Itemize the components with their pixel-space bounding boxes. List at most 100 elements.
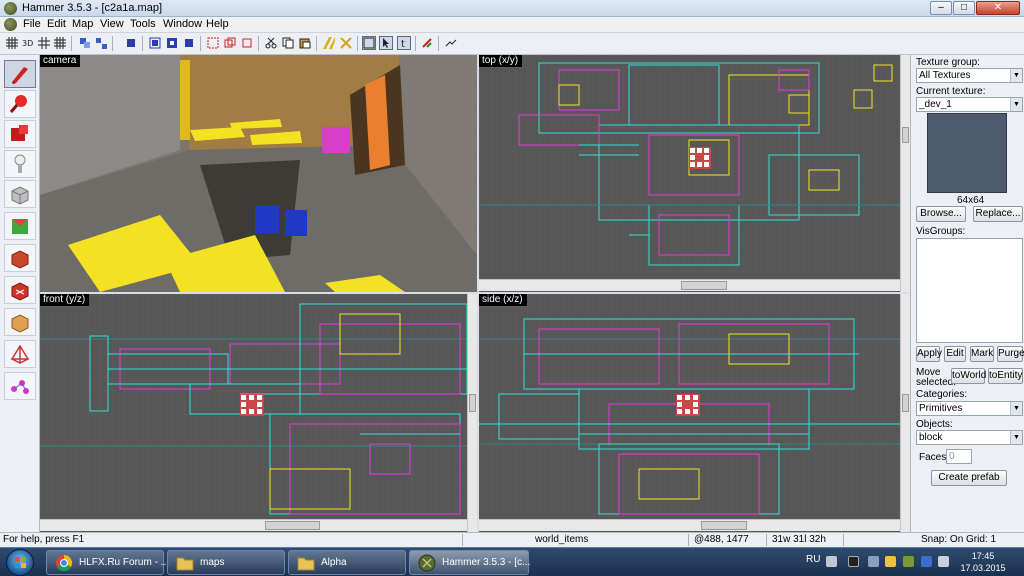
to-entity-button[interactable]: toEntity bbox=[988, 368, 1023, 384]
paste-icon[interactable] bbox=[298, 36, 312, 50]
chevron-down-icon[interactable]: ▼ bbox=[1010, 402, 1022, 415]
texture-group-label: Texture group: bbox=[916, 57, 980, 68]
texture-tool-icon[interactable]: t bbox=[397, 36, 411, 50]
chevron-down-icon[interactable]: ▼ bbox=[1010, 431, 1022, 444]
hazard-stripes-icon[interactable] bbox=[322, 36, 336, 50]
side-hscrollbar[interactable] bbox=[479, 519, 900, 531]
selection-tool-icon[interactable] bbox=[4, 60, 36, 88]
faces-value: 0 bbox=[949, 451, 955, 462]
bluetooth-icon[interactable] bbox=[921, 556, 932, 567]
apply-texture-icon[interactable] bbox=[4, 244, 36, 272]
tool-palette bbox=[0, 55, 40, 532]
current-texture-select[interactable]: _dev_1 ▼ bbox=[916, 97, 1023, 112]
tray-app-icon[interactable] bbox=[848, 556, 859, 567]
visgroups-label: VisGroups: bbox=[916, 226, 966, 237]
camera-tool-icon[interactable] bbox=[4, 120, 36, 148]
tray-monitor-icon[interactable] bbox=[868, 556, 879, 567]
camera-render bbox=[40, 55, 477, 292]
status-coords: @488, 1477 bbox=[694, 534, 749, 545]
menu-file[interactable]: File bbox=[20, 18, 44, 30]
side-viewport[interactable]: side (x/z) bbox=[479, 294, 910, 532]
block-tool-icon[interactable] bbox=[4, 180, 36, 208]
volume-icon[interactable] bbox=[938, 556, 949, 567]
document-icon[interactable] bbox=[4, 18, 17, 31]
visgroups-list[interactable] bbox=[916, 238, 1023, 343]
map-properties-icon[interactable] bbox=[420, 36, 434, 50]
browse-button[interactable]: Browse... bbox=[916, 206, 966, 222]
texture-apply-icon[interactable] bbox=[182, 36, 196, 50]
categories-select[interactable]: Primitives ▼ bbox=[916, 401, 1023, 416]
categories-label: Categories: bbox=[916, 389, 968, 400]
cut-icon[interactable] bbox=[264, 36, 278, 50]
top-viewport[interactable]: top (x/y) bbox=[479, 55, 910, 292]
overlay-tool-icon[interactable] bbox=[4, 308, 36, 336]
copy-icon[interactable] bbox=[281, 36, 295, 50]
menu-tools[interactable]: Tools bbox=[127, 18, 159, 30]
clip-icon[interactable] bbox=[240, 36, 254, 50]
hazard-x-icon[interactable] bbox=[339, 36, 353, 50]
texture-application-icon[interactable] bbox=[4, 212, 36, 240]
group-icon[interactable] bbox=[78, 36, 92, 50]
task-alpha-folder[interactable]: Alpha bbox=[288, 550, 406, 575]
side-vscrollbar[interactable] bbox=[900, 294, 910, 532]
hollow-icon[interactable] bbox=[223, 36, 237, 50]
vertex-tool-icon[interactable] bbox=[4, 372, 36, 400]
purge-button[interactable]: Purge bbox=[997, 346, 1024, 362]
grid-toggle-icon[interactable] bbox=[5, 36, 19, 50]
objects-select[interactable]: block ▼ bbox=[916, 430, 1023, 445]
create-prefab-button[interactable]: Create prefab bbox=[931, 470, 1007, 486]
apply-button[interactable]: Apply bbox=[916, 346, 942, 362]
entity-tool-icon[interactable] bbox=[4, 150, 36, 178]
magnify-tool-icon[interactable] bbox=[4, 90, 36, 118]
carve-icon[interactable] bbox=[206, 36, 220, 50]
edit-button[interactable]: Edit bbox=[944, 346, 966, 362]
task-hammer[interactable]: Hammer 3.5.3 - [c... bbox=[409, 550, 530, 575]
svg-text:3D: 3D bbox=[22, 39, 33, 48]
top-vscrollbar[interactable] bbox=[900, 55, 910, 292]
cursor-select-icon[interactable] bbox=[379, 36, 393, 50]
texture-group-select[interactable]: All Textures ▼ bbox=[916, 68, 1023, 83]
texture-size: 64x64 bbox=[957, 195, 985, 206]
replace-button[interactable]: Replace... bbox=[973, 206, 1023, 222]
language-indicator[interactable]: RU bbox=[806, 554, 820, 565]
front-hscrollbar[interactable] bbox=[40, 519, 467, 531]
current-texture-label: Current texture: bbox=[916, 86, 986, 97]
close-button[interactable]: ✕ bbox=[976, 1, 1020, 15]
clip-tool-icon[interactable] bbox=[4, 340, 36, 368]
task-maps-folder[interactable]: maps bbox=[167, 550, 285, 575]
menu-view[interactable]: View bbox=[97, 18, 127, 30]
menu-help[interactable]: Help bbox=[203, 18, 232, 30]
menu-map[interactable]: Map bbox=[69, 18, 96, 30]
clock-time: 17:45 bbox=[971, 551, 995, 561]
grid-smaller-icon[interactable] bbox=[37, 36, 51, 50]
ungroup-icon[interactable] bbox=[94, 36, 108, 50]
menu-window[interactable]: Window bbox=[160, 18, 205, 30]
tray-folder-icon[interactable] bbox=[885, 556, 896, 567]
chevron-down-icon[interactable]: ▼ bbox=[1010, 98, 1022, 111]
minimize-button[interactable]: – bbox=[930, 1, 952, 15]
tray-chevron-icon[interactable] bbox=[826, 556, 837, 567]
to-world-button[interactable]: toWorld bbox=[951, 368, 986, 384]
compile-icon[interactable] bbox=[444, 36, 458, 50]
3d-grid-icon[interactable]: 3D bbox=[21, 36, 35, 50]
top-hscrollbar[interactable] bbox=[479, 279, 900, 291]
grid-larger-icon[interactable] bbox=[53, 36, 67, 50]
hide-items-icon[interactable] bbox=[124, 36, 138, 50]
texture-scale-icon[interactable] bbox=[165, 36, 179, 50]
faces-field[interactable]: 0 bbox=[946, 449, 972, 464]
clock[interactable]: 17:45 17.03.2015 bbox=[956, 550, 1010, 574]
camera-viewport[interactable]: camera bbox=[40, 55, 477, 292]
menu-edit[interactable]: Edit bbox=[44, 18, 69, 30]
selection-box-icon[interactable] bbox=[362, 36, 376, 50]
front-viewport[interactable]: front (y/z) bbox=[40, 294, 477, 532]
mark-button[interactable]: Mark bbox=[970, 346, 994, 362]
tray-network-icon[interactable] bbox=[903, 556, 914, 567]
texture-lock-icon[interactable] bbox=[148, 36, 162, 50]
chevron-down-icon[interactable]: ▼ bbox=[1010, 69, 1022, 82]
front-vscrollbar[interactable] bbox=[467, 294, 477, 532]
start-button[interactable] bbox=[6, 549, 34, 576]
task-chrome[interactable]: HLFX.Ru Forum - ... bbox=[46, 550, 169, 575]
maximize-button[interactable]: □ bbox=[953, 1, 975, 15]
decal-tool-icon[interactable] bbox=[4, 276, 36, 304]
status-size: 31w 31l 32h bbox=[772, 534, 826, 545]
